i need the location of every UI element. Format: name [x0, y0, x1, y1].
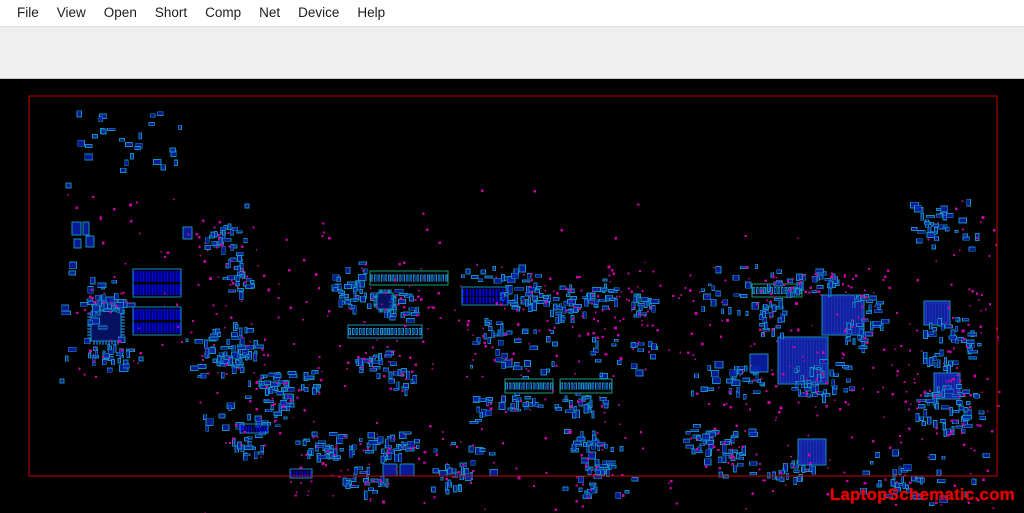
- menu-comp[interactable]: Comp: [196, 3, 250, 23]
- menu-short[interactable]: Short: [146, 3, 196, 23]
- menu-open[interactable]: Open: [95, 3, 146, 23]
- board-canvas[interactable]: [0, 79, 1024, 513]
- menu-device[interactable]: Device: [289, 3, 348, 23]
- menu-help[interactable]: Help: [348, 3, 394, 23]
- application-window: File View Open Short Comp Net Device Hel…: [0, 0, 1024, 513]
- menu-view[interactable]: View: [48, 3, 95, 23]
- toolbar: [0, 26, 1024, 79]
- watermark: LaptopSchematic.com: [829, 485, 1015, 504]
- menu-bar: File View Open Short Comp Net Device Hel…: [0, 0, 1024, 26]
- menu-net[interactable]: Net: [250, 3, 289, 23]
- board-render: [0, 79, 1024, 513]
- menu-file[interactable]: File: [8, 3, 48, 23]
